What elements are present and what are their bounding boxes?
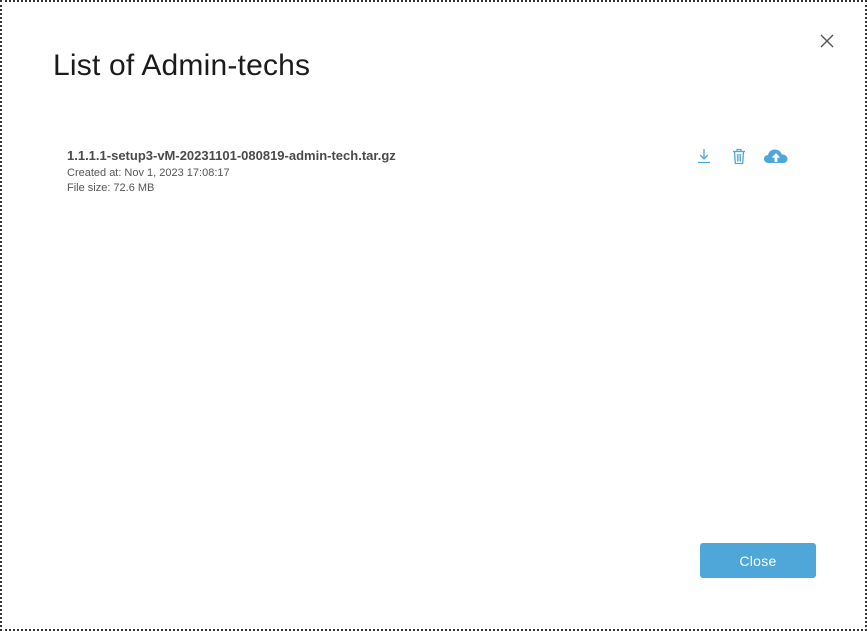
dialog-frame: List of Admin-techs 1.1.1.1-setup3-vM-20… [0,0,867,631]
created-value: Nov 1, 2023 17:08:17 [124,167,230,179]
admin-techs-dialog: List of Admin-techs 1.1.1.1-setup3-vM-20… [5,5,864,627]
cloud-upload-icon[interactable] [762,145,790,167]
size-label: File size: [67,182,111,194]
file-size: File size: 72.6 MB [67,182,154,194]
dialog-title: List of Admin-techs [53,49,311,82]
file-name: 1.1.1.1-setup3-vM-20231101-080819-admin-… [67,148,396,163]
admin-tech-file-row: 1.1.1.1-setup3-vM-20231101-080819-admin-… [67,145,797,201]
file-created: Created at: Nov 1, 2023 17:08:17 [67,167,230,179]
close-button[interactable]: Close [700,543,816,578]
download-icon[interactable] [695,145,713,167]
trash-icon[interactable] [730,145,748,167]
created-label: Created at: [67,167,122,179]
size-value: 72.6 MB [113,182,155,194]
close-icon[interactable] [817,31,837,51]
